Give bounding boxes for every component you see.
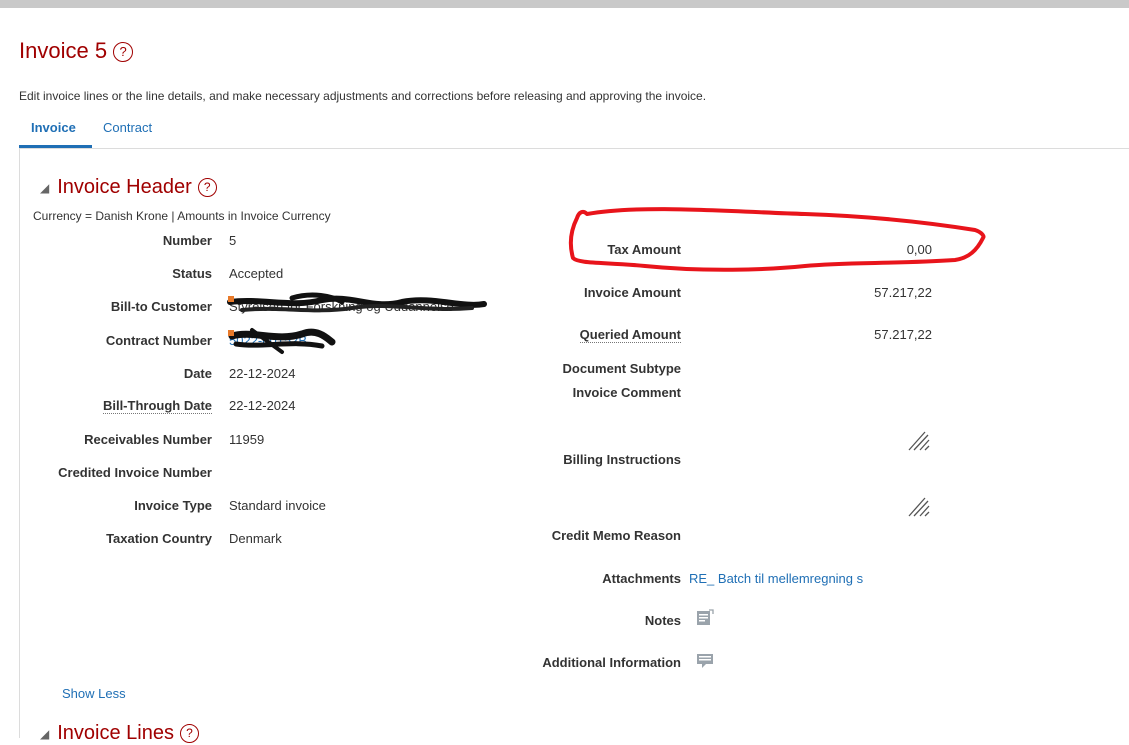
annotation-highlight <box>568 207 986 272</box>
invoice-header-title: ◢ Invoice Header? <box>40 176 217 199</box>
help-icon[interactable]: ? <box>113 42 134 63</box>
show-less-link[interactable]: Show Less <box>62 686 126 701</box>
additional-information-label: Additional Information <box>542 655 681 670</box>
invoice-type-label: Invoice Type <box>134 498 212 513</box>
content-frame-border <box>19 148 20 738</box>
invoice-amount-label: Invoice Amount <box>583 285 681 300</box>
notes-label: Notes <box>644 613 681 628</box>
receivables-number-value: 11959 <box>229 432 265 447</box>
tab-contract[interactable]: Contract <box>103 120 152 135</box>
active-tab-indicator <box>19 145 92 148</box>
taxation-country-label: Taxation Country <box>106 531 212 546</box>
collapse-triangle-icon[interactable]: ◢ <box>40 181 49 195</box>
document-subtype-label: Document Subtype <box>562 361 681 376</box>
invoice-type-value: Standard invoice <box>229 498 326 513</box>
contract-number-label: Contract Number <box>105 333 212 348</box>
page-title-text: Invoice 5 <box>19 38 108 63</box>
additional-info-icon[interactable] <box>696 653 714 669</box>
invoice-lines-title: ◢ Invoice Lines? <box>40 722 199 745</box>
page-title: Invoice 5? <box>19 38 134 64</box>
invoice-lines-title-text: Invoice Lines <box>57 722 174 744</box>
number-label: Number <box>162 233 212 248</box>
billing-instructions-label: Billing Instructions <box>563 452 681 467</box>
status-value: Accepted <box>229 266 284 281</box>
tab-invoice[interactable]: Invoice <box>31 120 76 135</box>
receivables-number-label: Receivables Number <box>84 432 212 447</box>
bill-to-customer-label: Bill-to Customer <box>110 299 212 314</box>
tab-bar: Invoice Contract <box>19 114 1129 149</box>
help-icon[interactable]: ? <box>179 724 199 744</box>
credit-memo-reason-label: Credit Memo Reason <box>551 528 681 543</box>
queried-amount-label: Queried Amount <box>579 327 681 343</box>
attachment-link[interactable]: RE_ Batch til mellemregning s <box>689 571 863 586</box>
resize-handle-icon[interactable] <box>905 494 931 518</box>
invoice-amount-value: 57.217,22 <box>874 285 932 300</box>
bill-through-date-label: Bill-Through Date <box>102 398 212 414</box>
credited-invoice-number-label: Credited Invoice Number <box>58 465 212 480</box>
number-value: 5 <box>229 233 237 248</box>
bill-through-date-value: 22-12-2024 <box>229 398 296 413</box>
status-label: Status <box>172 266 212 281</box>
invoice-comment-label: Invoice Comment <box>572 385 681 400</box>
redaction-scribble <box>227 292 487 354</box>
taxation-country-value: Denmark <box>229 531 282 546</box>
top-bar <box>0 0 1129 8</box>
attachments-label: Attachments <box>602 571 681 586</box>
queried-amount-value: 57.217,22 <box>874 327 932 342</box>
resize-handle-icon[interactable] <box>905 428 931 452</box>
help-icon[interactable]: ? <box>197 178 217 198</box>
date-value: 22-12-2024 <box>229 366 296 381</box>
date-label: Date <box>183 366 212 381</box>
currency-info: Currency = Danish Krone | Amounts in Inv… <box>33 209 331 223</box>
invoice-header-title-text: Invoice Header <box>57 176 192 198</box>
collapse-triangle-icon[interactable]: ◢ <box>40 727 49 741</box>
notes-icon[interactable] <box>696 609 714 627</box>
page-instructions: Edit invoice lines or the line details, … <box>19 89 707 103</box>
